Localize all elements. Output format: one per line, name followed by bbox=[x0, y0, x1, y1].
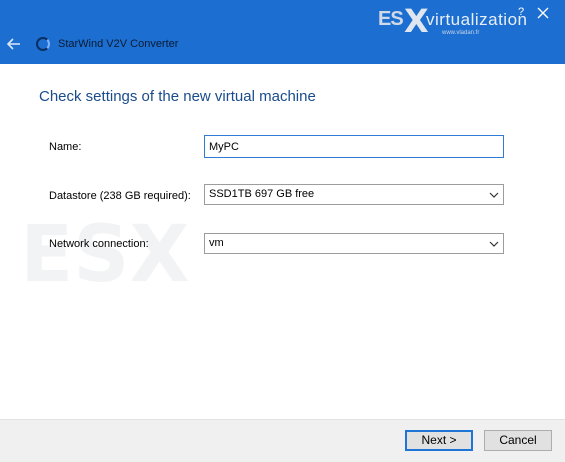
chevron-down-icon bbox=[489, 239, 499, 249]
datastore-selected-value: SSD1TB 697 GB free bbox=[209, 188, 315, 200]
watermark-brand: virtualization bbox=[426, 10, 528, 29]
network-selected-value: vm bbox=[209, 237, 224, 249]
watermark-url: www.vladan.fr bbox=[442, 30, 480, 36]
network-select[interactable]: vm bbox=[204, 233, 504, 254]
back-arrow-icon[interactable] bbox=[4, 34, 24, 54]
name-label: Name: bbox=[49, 141, 82, 153]
title-bar: StarWind V2V Converter ES X virtualizati… bbox=[0, 0, 565, 64]
name-input[interactable] bbox=[204, 135, 504, 158]
chevron-down-icon bbox=[489, 190, 499, 200]
datastore-select[interactable]: SSD1TB 697 GB free bbox=[204, 184, 504, 205]
network-label: Network connection: bbox=[49, 238, 149, 250]
datastore-label: Datastore (238 GB required): bbox=[49, 190, 191, 202]
cancel-button[interactable]: Cancel bbox=[484, 430, 552, 451]
background-watermark-logo: ESX bbox=[20, 210, 190, 300]
next-button[interactable]: Next > bbox=[405, 430, 473, 451]
help-button[interactable]: ? bbox=[518, 6, 524, 18]
starwind-logo-icon bbox=[36, 37, 50, 51]
watermark-es: ES bbox=[378, 8, 404, 30]
close-icon[interactable] bbox=[536, 6, 550, 20]
watermark-x: X bbox=[404, 2, 429, 40]
page-title: Check settings of the new virtual machin… bbox=[39, 88, 316, 105]
footer-bar: Next > Cancel bbox=[0, 419, 565, 462]
app-title: StarWind V2V Converter bbox=[58, 38, 179, 50]
